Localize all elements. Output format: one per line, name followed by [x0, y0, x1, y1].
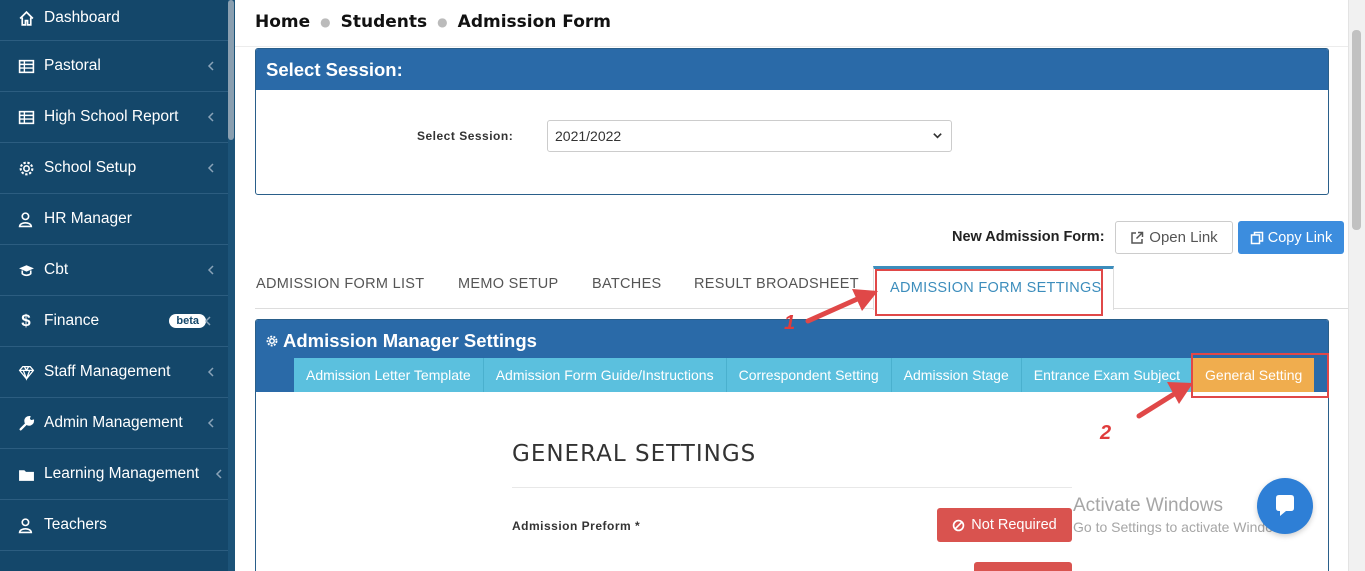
sidebar-item-label: HR Manager: [44, 210, 132, 227]
subtab-admission-letter-template[interactable]: Admission Letter Template: [294, 358, 484, 392]
sidebar-item-high-school-report[interactable]: High School Report: [0, 92, 235, 143]
not-required-label: Not Required: [971, 517, 1057, 533]
external-link-icon: [1131, 231, 1144, 244]
admission-manager-title-text: Admission Manager Settings: [283, 330, 537, 351]
session-select[interactable]: 2021/2022: [547, 120, 952, 152]
session-label: Select Session:: [417, 129, 514, 143]
dollar-icon: $: [21, 311, 31, 330]
sidebar-item-dashboard[interactable]: Dashboard: [0, 0, 235, 41]
subtab-admission-form-guide[interactable]: Admission Form Guide/Instructions: [483, 358, 727, 392]
copy-icon: [1250, 231, 1263, 244]
sidebar-item-label: Admin Management: [44, 414, 183, 431]
chevron-left-icon: [207, 163, 214, 173]
sidebar-item-pastoral[interactable]: Pastoral: [0, 41, 235, 92]
sidebar-item-label: Staff Management: [44, 363, 171, 380]
chevron-left-icon: [207, 265, 214, 275]
breadcrumb: Home ● Students ● Admission Form: [255, 12, 611, 32]
folder-icon: [17, 465, 35, 483]
breadcrumb-home[interactable]: Home: [255, 12, 310, 32]
sidebar-item-label: Cbt: [44, 261, 69, 278]
sidebar-item-finance[interactable]: $ Finance beta: [0, 296, 235, 347]
chevron-left-icon: [207, 367, 214, 377]
user-icon: [17, 210, 35, 228]
wrench-icon: [17, 414, 35, 432]
tab-batches[interactable]: BATCHES: [592, 276, 662, 292]
breadcrumb-students[interactable]: Students: [341, 12, 428, 32]
subtab-correspondent-setting[interactable]: Correspondent Setting: [726, 358, 892, 392]
sidebar-item-label: Finance: [44, 312, 100, 329]
chevron-left-icon: [207, 418, 214, 428]
annotation-highlight-box: [1191, 353, 1329, 398]
session-panel-title: Select Session:: [256, 49, 1328, 90]
session-panel: Select Session: Select Session: 2021/202…: [255, 48, 1329, 195]
general-settings-divider: [512, 487, 1072, 488]
chat-button[interactable]: [1257, 478, 1313, 534]
ban-icon: [953, 519, 965, 531]
copy-link-label: Copy Link: [1267, 229, 1333, 246]
admission-preform-label: Admission Preform *: [512, 519, 641, 533]
annotation-arrow-icon: [1136, 382, 1193, 419]
sidebar-item-teachers[interactable]: Teachers: [0, 500, 235, 551]
open-link-button[interactable]: Open Link: [1115, 221, 1233, 254]
general-settings-title: GENERAL SETTINGS: [512, 441, 757, 467]
page-scrollbar-thumb[interactable]: [1352, 30, 1361, 230]
annotation-highlight-box: [875, 269, 1103, 316]
diamond-icon: [17, 363, 35, 381]
session-select-value: 2021/2022: [555, 128, 622, 144]
chevron-left-icon: [207, 112, 214, 122]
breadcrumb-current: Admission Form: [457, 12, 611, 32]
annotation-arrow-icon: [805, 289, 878, 324]
chat-bubble-icon: [1276, 495, 1294, 516]
home-icon: [17, 9, 35, 27]
annotation-number-1: 1: [784, 312, 796, 334]
app-root: Dashboard Pastoral High School Report Sc…: [0, 0, 1365, 571]
breadcrumb-divider: [235, 46, 1355, 47]
subtab-admission-stage[interactable]: Admission Stage: [891, 358, 1022, 392]
user-icon: [17, 516, 35, 534]
table-icon: [17, 108, 35, 126]
main-content: Home ● Students ● Admission Form Select …: [235, 0, 1365, 571]
chevron-left-icon: [207, 61, 214, 71]
gear-icon: [266, 335, 278, 347]
annotation-number-2: 2: [1100, 422, 1112, 444]
tab-memo-setup[interactable]: MEMO SETUP: [458, 276, 558, 292]
sidebar-item-staff-management[interactable]: Staff Management: [0, 347, 235, 398]
sidebar-item-hr-manager[interactable]: HR Manager: [0, 194, 235, 245]
sidebar-item-cbt[interactable]: Cbt: [0, 245, 235, 296]
setting-toggle-button[interactable]: [974, 562, 1072, 571]
sidebar-item-school-setup[interactable]: School Setup: [0, 143, 235, 194]
chevron-left-icon: [215, 469, 222, 479]
not-required-button[interactable]: Not Required: [937, 508, 1072, 542]
beta-badge: beta: [169, 314, 206, 328]
sidebar-item-learning-management[interactable]: Learning Management: [0, 449, 235, 500]
tab-admission-form-list[interactable]: ADMISSION FORM LIST: [256, 276, 424, 292]
gear-icon: [17, 159, 35, 177]
sidebar-item-label: High School Report: [44, 108, 179, 125]
sidebar: Dashboard Pastoral High School Report Sc…: [0, 0, 235, 571]
sidebar-item-admin-management[interactable]: Admin Management: [0, 398, 235, 449]
sidebar-scrollbar-thumb[interactable]: [228, 0, 234, 140]
sidebar-item-label: Learning Management: [44, 465, 200, 482]
new-admission-form-label: New Admission Form:: [952, 229, 1105, 245]
copy-link-button[interactable]: Copy Link: [1238, 221, 1344, 254]
chevron-left-icon: [204, 316, 211, 326]
sidebar-item-label: Teachers: [44, 516, 107, 533]
sidebar-item-label: Pastoral: [44, 57, 101, 74]
breadcrumb-separator: ●: [437, 15, 448, 29]
open-link-label: Open Link: [1149, 229, 1218, 246]
graduation-cap-icon: [17, 261, 35, 279]
chevron-down-icon: [933, 133, 942, 139]
sidebar-item-label: School Setup: [44, 159, 137, 176]
sidebar-item-label: Dashboard: [44, 9, 120, 26]
admission-manager-title: Admission Manager Settings: [266, 330, 537, 352]
breadcrumb-separator: ●: [320, 15, 331, 29]
table-icon: [17, 57, 35, 75]
